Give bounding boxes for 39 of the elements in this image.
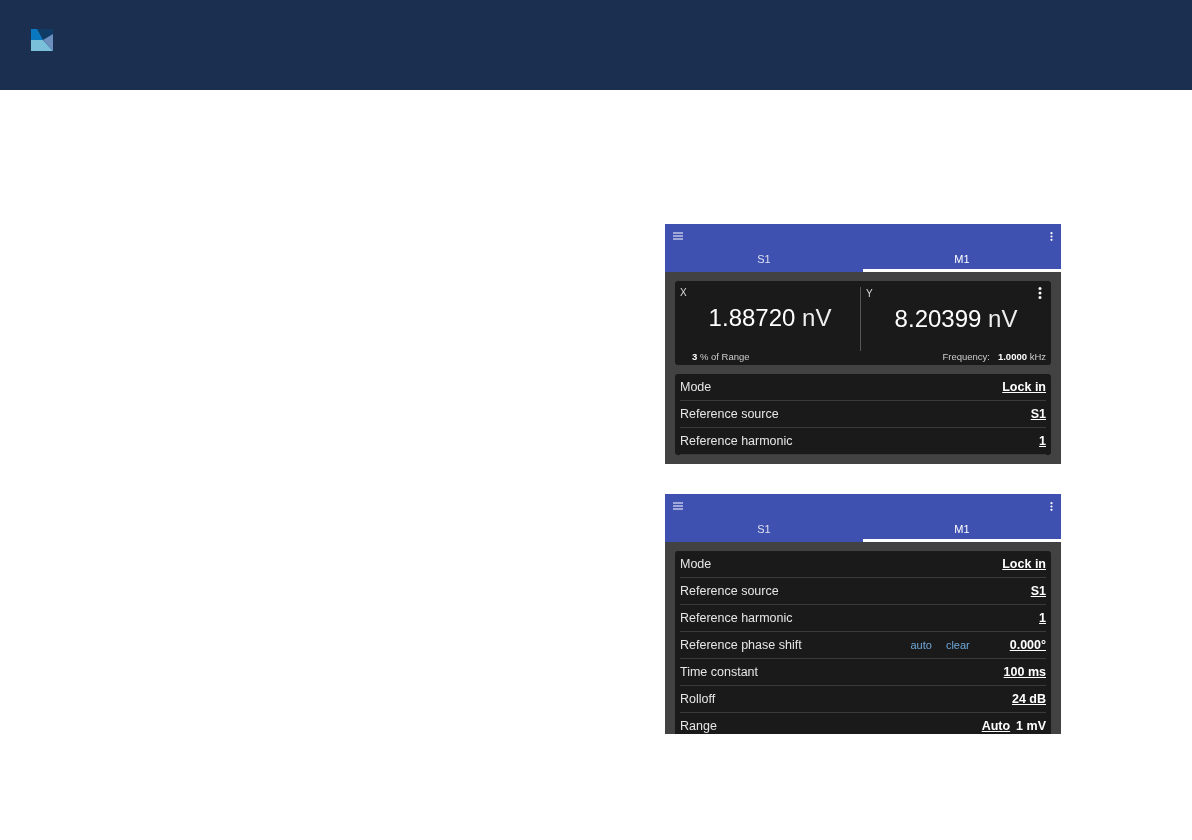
setting-value[interactable]: 1: [1039, 611, 1046, 625]
setting-value[interactable]: Lock in: [1002, 557, 1046, 571]
range-percent: 3 % of Range: [692, 351, 750, 362]
channel-reading: 1.88720 nV: [707, 304, 833, 332]
menu-icon[interactable]: [673, 502, 683, 510]
setting-value[interactable]: S1: [1030, 584, 1046, 598]
setting-value[interactable]: 100 ms: [1003, 665, 1046, 679]
setting-value[interactable]: 1: [1039, 434, 1046, 448]
setting-label: Reference harmonic: [680, 611, 793, 625]
more-icon[interactable]: [1050, 231, 1053, 241]
setting-value[interactable]: S1: [1030, 407, 1046, 421]
menu-icon[interactable]: [673, 232, 683, 240]
logo-icon: [31, 29, 53, 51]
action-link[interactable]: clear: [941, 639, 974, 651]
setting-label: Reference source: [680, 407, 779, 421]
setting-label: Mode: [680, 380, 712, 394]
setting-value[interactable]: Lock in: [1002, 380, 1046, 394]
setting-value[interactable]: Auto: [981, 719, 1011, 733]
setting-value[interactable]: 0.000°: [1009, 638, 1046, 652]
action-link[interactable]: auto: [906, 639, 936, 651]
setting-label: Rolloff: [680, 692, 716, 706]
more-icon[interactable]: [1038, 287, 1042, 299]
tab[interactable]: S1: [665, 248, 863, 272]
setting-value[interactable]: 24 dB: [1011, 692, 1046, 706]
channel-label: X: [680, 287, 687, 298]
channel-reading: 8.20399 nV: [893, 305, 1019, 333]
tab[interactable]: M1: [863, 248, 1061, 272]
setting-value: 1 mV: [1016, 719, 1046, 733]
setting-label: Reference phase shift: [680, 638, 802, 652]
setting-label: Range: [680, 719, 717, 733]
setting-label: Mode: [680, 557, 712, 571]
setting-label: Reference source: [680, 584, 779, 598]
frequency-reading: Frequency: 1.0000 kHz: [942, 351, 1046, 362]
tab[interactable]: M1: [863, 518, 1061, 542]
channel-label: Y: [866, 287, 873, 299]
setting-label: Time constant: [680, 665, 759, 679]
tab[interactable]: S1: [665, 518, 863, 542]
more-icon[interactable]: [1050, 501, 1053, 511]
setting-label: Reference harmonic: [680, 434, 793, 448]
